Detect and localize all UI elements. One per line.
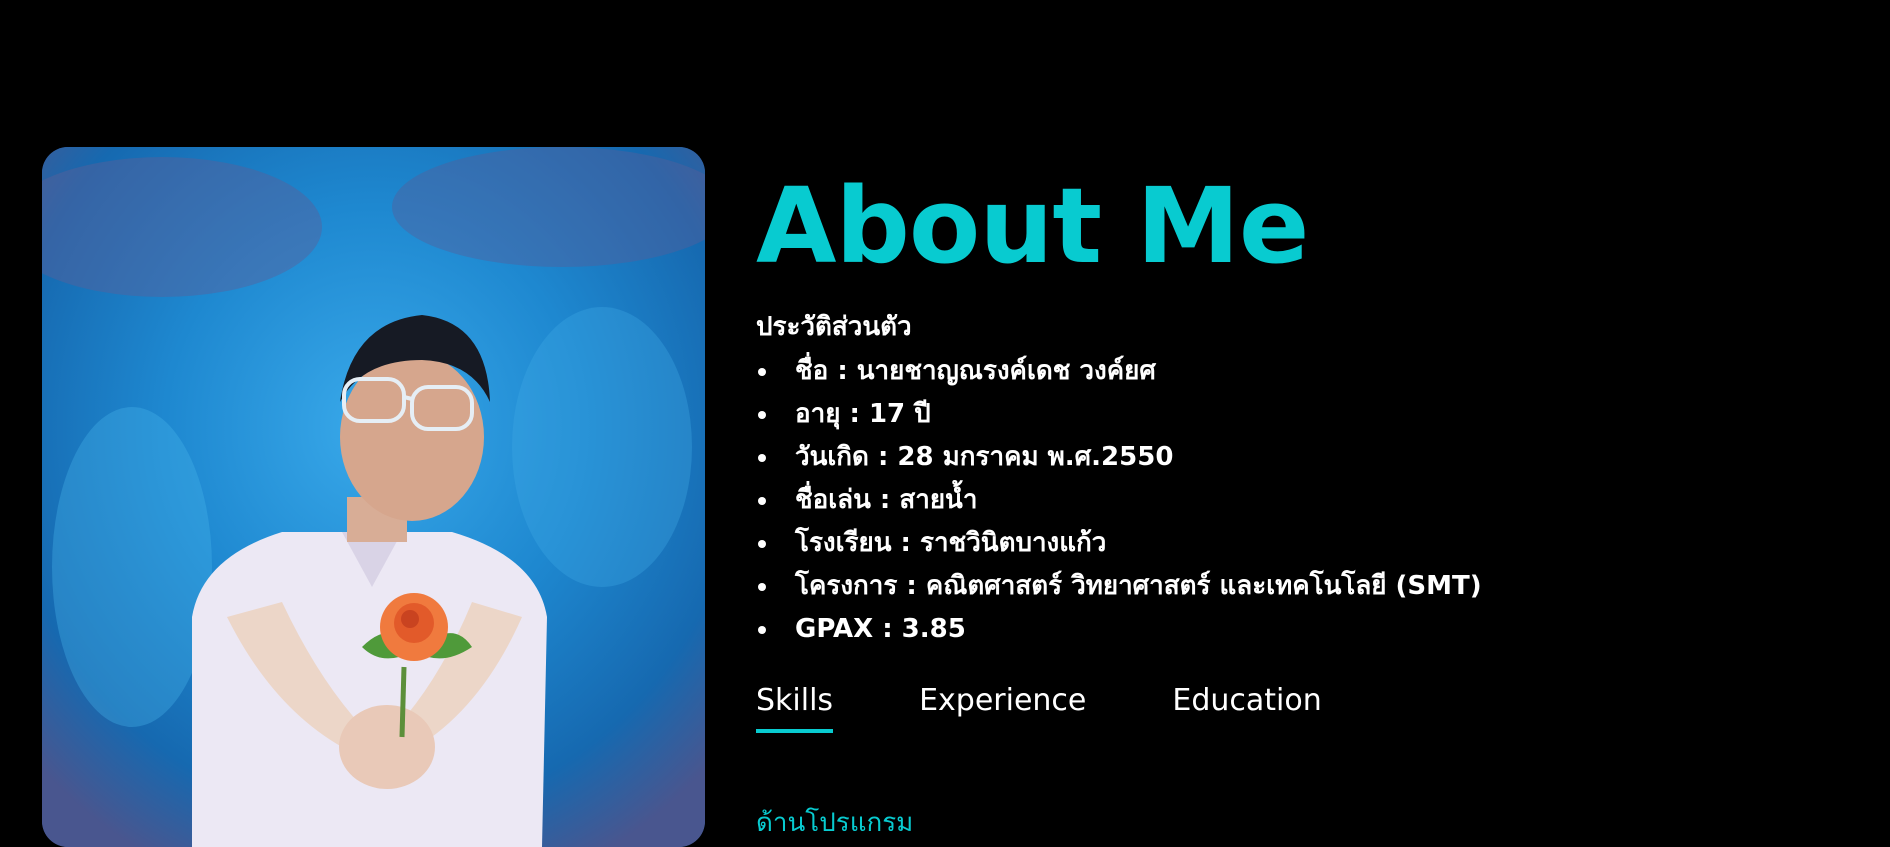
tab-bar: Skills Experience Education bbox=[756, 681, 1856, 733]
about-section: About Me ประวัติส่วนตัว ชื่อ : นายชาญณรง… bbox=[756, 170, 1856, 733]
tab-experience[interactable]: Experience bbox=[919, 681, 1086, 733]
list-item: วันเกิด : 28 มกราคม พ.ศ.2550 bbox=[756, 436, 1856, 479]
tab-education[interactable]: Education bbox=[1172, 681, 1321, 733]
profile-photo bbox=[42, 147, 705, 847]
profile-subheading: ประวัติส่วนตัว bbox=[756, 312, 912, 342]
list-item: อายุ : 17 ปี bbox=[756, 393, 1856, 436]
tab-skills[interactable]: Skills bbox=[756, 681, 834, 733]
list-item: โรงเรียน : ราชวินิตบางแก้ว bbox=[756, 522, 1856, 565]
profile-info-list: ชื่อ : นายชาญณรงค์เดช วงค์ยศ อายุ : 17 ป… bbox=[756, 350, 1856, 651]
list-item: ชื่อเล่น : สายน้ำ bbox=[756, 479, 1856, 522]
portrait-photo-icon bbox=[42, 147, 705, 847]
list-item: ชื่อ : นายชาญณรงค์เดช วงค์ยศ bbox=[756, 350, 1856, 393]
tab-content-heading: ด้านโปรแกรม bbox=[756, 808, 914, 838]
list-item: โครงการ : คณิตศาสตร์ วิทยาศาสตร์ และเทคโ… bbox=[756, 565, 1856, 608]
list-item: GPAX : 3.85 bbox=[756, 608, 1856, 651]
page-title: About Me bbox=[756, 165, 1309, 287]
